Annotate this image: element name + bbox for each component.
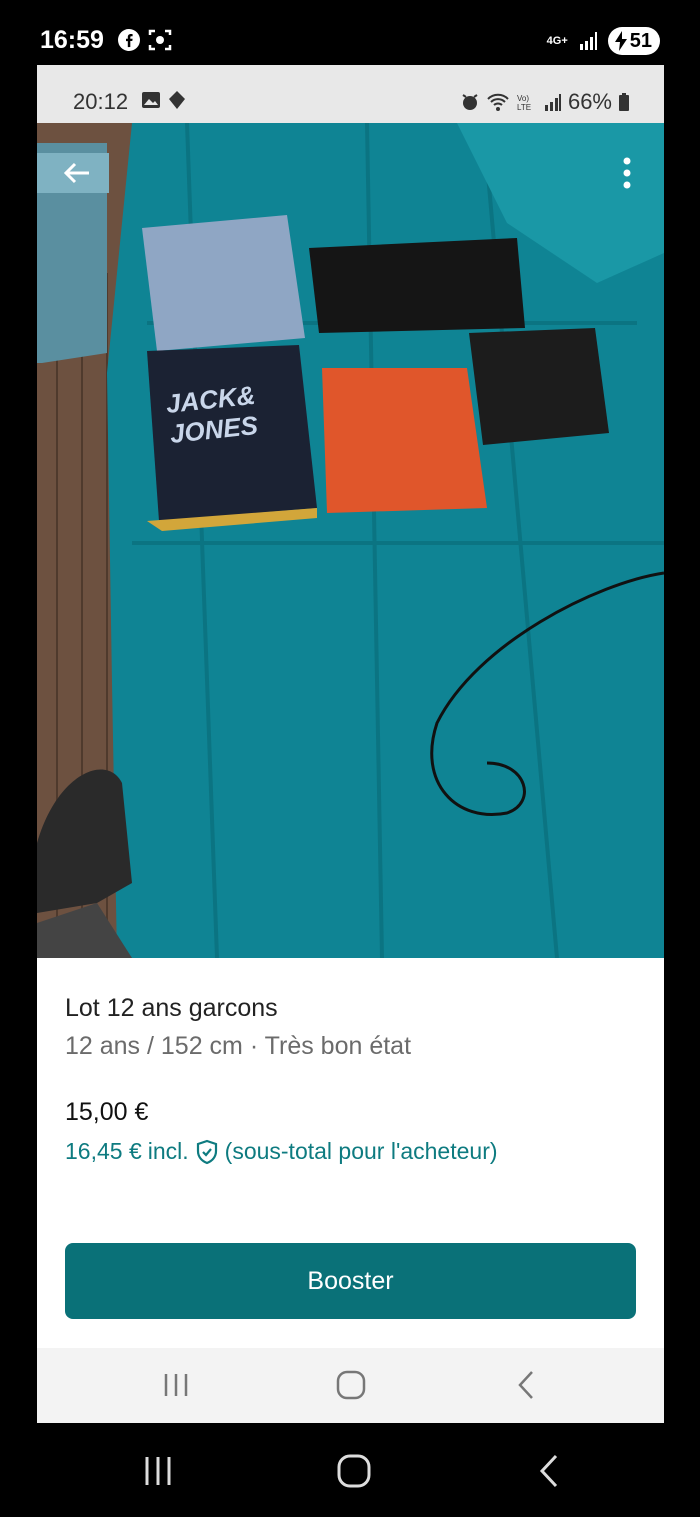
outer-status-bar: 16:59 4G+ 51	[0, 0, 700, 65]
signal-icon	[544, 94, 561, 111]
inner-battery-level: 66%	[567, 89, 612, 114]
app-screen: 20:12 Vo) LTE 66% JACK& JONES Lot 12 ans…	[37, 65, 664, 1423]
listing-photo[interactable]: JACK& JONES	[37, 123, 664, 958]
photo-illustration: JACK& JONES	[37, 123, 664, 958]
listing-subtitle: 12 ans / 152 cm · Très bon état	[65, 1032, 412, 1060]
signal-icon	[579, 32, 597, 50]
buyer-incl: incl.	[147, 1138, 189, 1164]
outer-notification-icons	[118, 29, 172, 51]
back-arrow-icon[interactable]	[57, 153, 97, 193]
inner-clock: 20:12	[73, 89, 129, 114]
outer-nav-bar	[0, 1423, 700, 1517]
home-icon[interactable]	[336, 1453, 372, 1489]
home-icon[interactable]	[334, 1368, 368, 1402]
recent-apps-icon[interactable]	[159, 1368, 193, 1402]
wifi-icon	[487, 93, 509, 111]
back-icon[interactable]	[510, 1368, 544, 1402]
more-vertical-icon[interactable]	[612, 153, 642, 193]
facebook-icon	[118, 29, 140, 51]
screen-record-icon	[148, 29, 172, 51]
recent-apps-icon[interactable]	[140, 1453, 176, 1489]
battery-level: 51	[629, 29, 652, 52]
battery-indicator: 51	[607, 27, 660, 55]
network-type: 4G+	[546, 35, 568, 47]
svg-text:LTE: LTE	[517, 103, 531, 112]
buyer-price: 16,45 €	[65, 1138, 142, 1164]
inner-status-bar: 20:12 Vo) LTE 66%	[37, 65, 664, 123]
charging-icon	[614, 31, 627, 51]
listing-title: Lot 12 ans garcons	[65, 994, 278, 1022]
alarm-icon	[462, 94, 478, 110]
buyer-note: (sous-total pour l'acheteur)	[224, 1138, 498, 1164]
gallery-icon	[142, 92, 160, 108]
outer-clock: 16:59	[40, 26, 104, 54]
inner-notification-icons	[141, 90, 187, 110]
outer-system-icons: 4G+ 51	[547, 27, 660, 55]
inner-nav-bar	[37, 1348, 664, 1423]
svg-text:Vo): Vo)	[517, 94, 529, 103]
app-notification-icon	[169, 91, 185, 109]
inner-system-icons: Vo) LTE 66%	[460, 89, 630, 115]
volte-icon: Vo)LTE	[517, 94, 531, 112]
back-icon[interactable]	[532, 1453, 568, 1489]
shield-check-icon	[196, 1139, 217, 1164]
buyer-price-row[interactable]: 16,45 € incl. (sous-total pour l'acheteu…	[65, 1138, 498, 1165]
battery-icon	[619, 93, 629, 111]
listing-price: 15,00 €	[65, 1098, 149, 1126]
booster-button[interactable]: Booster	[65, 1243, 636, 1319]
